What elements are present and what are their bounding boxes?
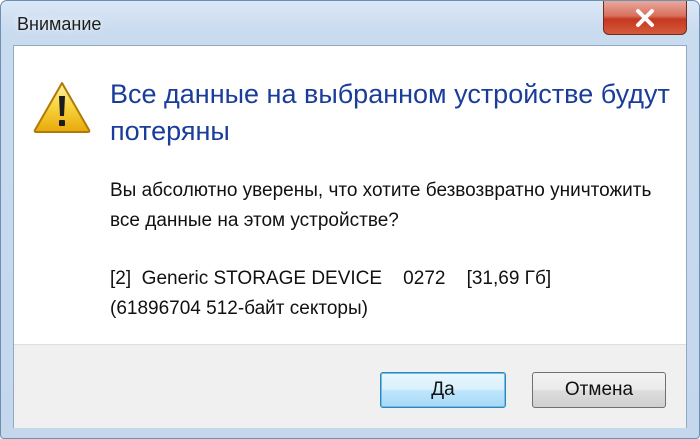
warning-icon — [33, 82, 91, 133]
window-title: Внимание — [17, 14, 102, 34]
close-icon — [636, 8, 654, 27]
dialog-client-area: Все данные на выбранном устройстве будут… — [13, 45, 687, 428]
device-sector-count: (61896704 512-байт секторы) — [110, 298, 368, 319]
yes-button[interactable]: Да — [380, 372, 506, 408]
device-info: [2] Generic STORAGE DEVICE 0272 [31,69 Г… — [110, 264, 670, 324]
confirmation-question: Вы абсолютно уверены, что хотите безвозв… — [110, 180, 652, 231]
button-bar: Да Отмена — [14, 344, 686, 428]
device-description: [2] Generic STORAGE DEVICE 0272 [31,69 Г… — [110, 268, 552, 289]
message-area: Все данные на выбранном устройстве будут… — [14, 46, 686, 344]
title-bar[interactable]: Внимание — [1, 1, 699, 45]
cancel-button[interactable]: Отмена — [532, 372, 666, 408]
main-instruction: Все данные на выбранном устройстве будут… — [110, 79, 670, 146]
dialog-window: Внимание Все данные на выбранном устройс… — [0, 0, 700, 439]
close-button[interactable] — [603, 1, 687, 35]
